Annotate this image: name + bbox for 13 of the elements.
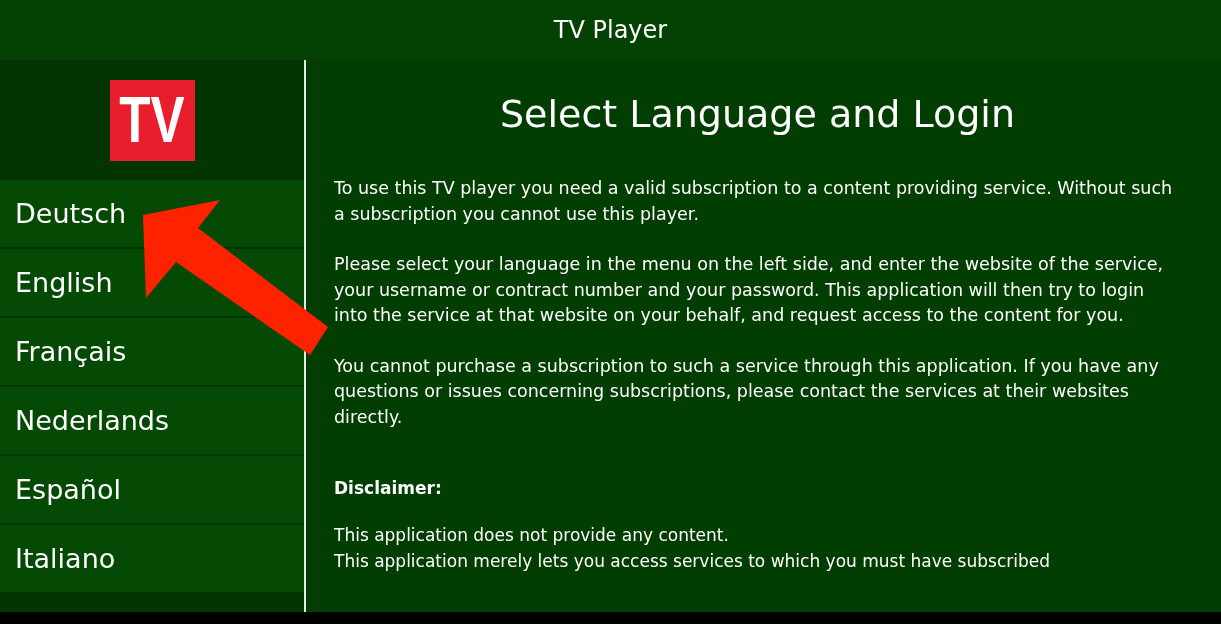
language-item[interactable]: Français — [0, 318, 304, 385]
info-paragraph: You cannot purchase a subscription to such a service through this application. If you have any questions or issues concerning subscriptions, please contact the services at their websites directly. — [334, 354, 1160, 429]
disclaimer-text: This application merely lets you access services to which you must have subscribed — [334, 549, 1051, 573]
info-paragraph: To use this TV player you need a valid subscription to a content providing service. Without such a subscription you cannot use this player. — [334, 177, 1174, 226]
language-item[interactable]: Nederlands — [0, 387, 304, 454]
window-title: TV Player — [553, 16, 668, 44]
info-paragraph: Please select your language in the menu on the left side, and enter the website of the service, your username or contract number and your password. This application will then try to login into the service at that website on your behalf, and request access to the content for you. — [334, 253, 1165, 327]
language-item[interactable]: Italiano — [0, 525, 304, 592]
language-item[interactable]: Español — [0, 456, 304, 523]
page-heading: Select Language and Login — [499, 92, 1016, 136]
disclaimer-text: This application does not provide any content. — [334, 524, 730, 547]
tv-logo: TV — [109, 79, 195, 161]
disclaimer-heading: Disclaimer: — [334, 478, 443, 498]
